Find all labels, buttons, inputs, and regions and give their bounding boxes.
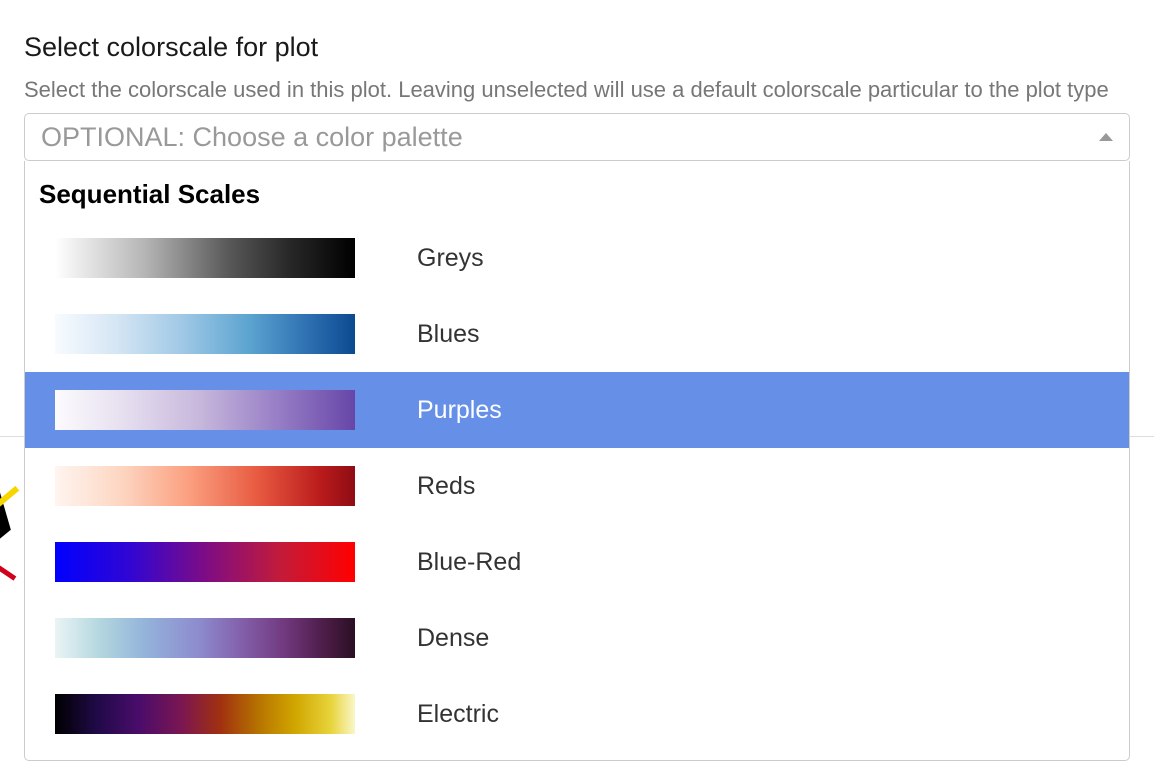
option-label: Blue-Red	[417, 548, 521, 577]
section-subtitle: Select the colorscale used in this plot.…	[24, 77, 1130, 103]
section-title: Select colorscale for plot	[24, 32, 1130, 63]
option-label: Reds	[417, 472, 475, 501]
option-label: Blues	[417, 320, 480, 349]
option-label: Electric	[417, 700, 499, 729]
swatch-blues	[55, 314, 355, 354]
swatch-electric	[55, 694, 355, 734]
swatch-dense	[55, 618, 355, 658]
colorscale-dropdown-scroll[interactable]: Sequential Scales Greys Blues Purples Re…	[25, 161, 1129, 760]
background-chart-peek	[0, 478, 20, 618]
colorscale-option-blues[interactable]: Blues	[25, 296, 1129, 372]
swatch-reds	[55, 466, 355, 506]
colorscale-select: OPTIONAL: Choose a color palette Sequent…	[24, 113, 1130, 161]
colorscale-option-blue-red[interactable]: Blue-Red	[25, 524, 1129, 600]
colorscale-select-box[interactable]: OPTIONAL: Choose a color palette	[24, 113, 1130, 161]
swatch-greys	[55, 238, 355, 278]
swatch-purples	[55, 390, 355, 430]
option-group-header: Sequential Scales	[25, 161, 1129, 220]
colorscale-option-purples[interactable]: Purples	[25, 372, 1129, 448]
colorscale-option-greys[interactable]: Greys	[25, 220, 1129, 296]
colorscale-option-reds[interactable]: Reds	[25, 448, 1129, 524]
option-label: Greys	[417, 244, 484, 273]
colorscale-option-electric[interactable]: Electric	[25, 676, 1129, 752]
colorscale-option-dense[interactable]: Dense	[25, 600, 1129, 676]
select-placeholder-text: OPTIONAL: Choose a color palette	[41, 122, 463, 153]
option-label: Purples	[417, 396, 502, 425]
colorscale-dropdown: Sequential Scales Greys Blues Purples Re…	[24, 161, 1130, 761]
chevron-up-icon	[1099, 133, 1113, 141]
option-label: Dense	[417, 624, 489, 653]
colorscale-selector-panel: Select colorscale for plot Select the co…	[0, 0, 1154, 161]
swatch-blue-red	[55, 542, 355, 582]
